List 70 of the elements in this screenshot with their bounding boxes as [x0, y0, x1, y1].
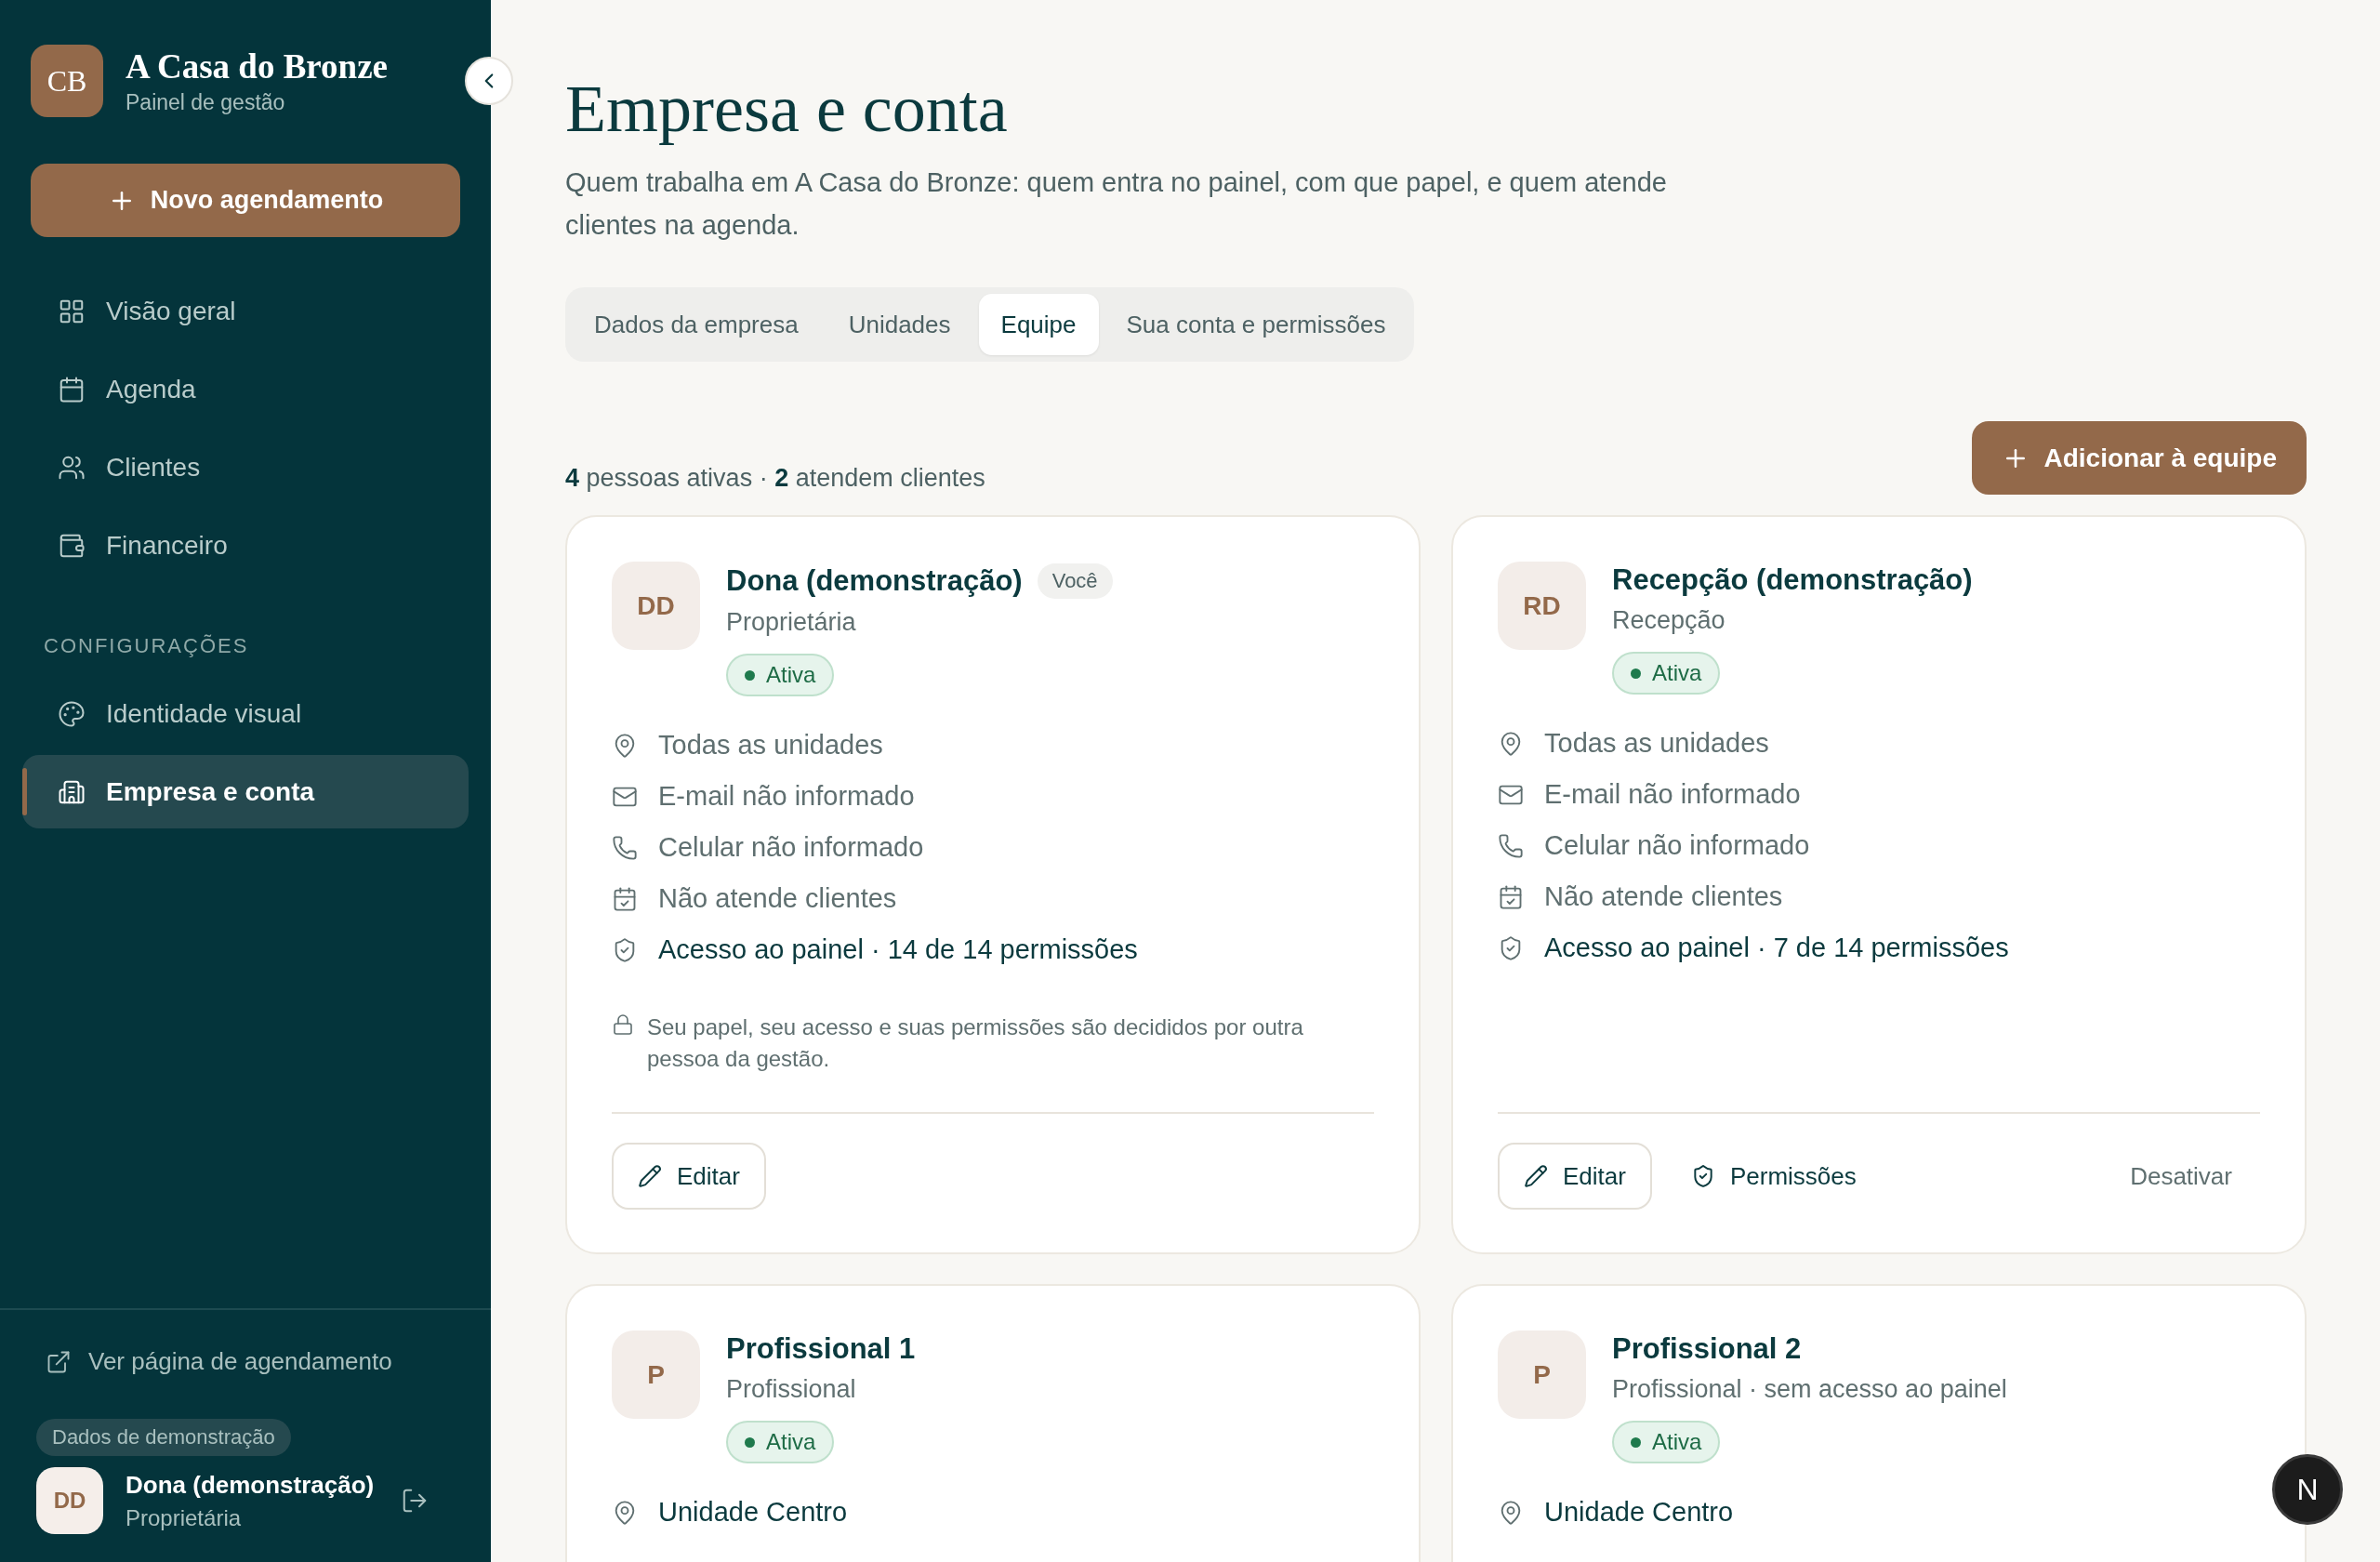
dev-tools-button[interactable]: N: [2272, 1454, 2343, 1525]
brand-logo: CB: [31, 45, 103, 117]
user-avatar: DD: [36, 1467, 103, 1534]
member-avatar: DD: [612, 562, 700, 650]
member-avatar: RD: [1498, 562, 1586, 650]
sidebar-item[interactable]: Visão geral: [22, 274, 469, 348]
demo-data-badge: Dados de demonstração: [36, 1419, 291, 1456]
collapse-sidebar-button[interactable]: [465, 57, 513, 105]
new-appointment-button[interactable]: Novo agendamento: [31, 164, 460, 237]
booking-page-link[interactable]: Ver página de agendamento: [46, 1347, 460, 1376]
section-label: CONFIGURAÇÕES: [44, 634, 250, 658]
status-badge: Ativa: [1612, 652, 1721, 695]
member-role: Recepção: [1612, 606, 1726, 635]
member-role: Proprietária: [726, 608, 856, 637]
sidebar-item[interactable]: Clientes: [22, 430, 469, 504]
member-role: Profissional: [726, 1375, 856, 1404]
sidebar-item[interactable]: Identidade visual: [22, 677, 469, 750]
member-detail: Celular não informado: [1544, 830, 1810, 861]
tab[interactable]: Sua conta e permissões: [1104, 294, 1408, 355]
brand-subtitle: Painel de gestão: [126, 90, 286, 115]
add-to-team-button[interactable]: Adicionar à equipe: [1971, 421, 2307, 495]
tab[interactable]: Dados da empresa: [572, 294, 821, 355]
member-detail: Unidade Centro: [1544, 1497, 1734, 1528]
member-name: Recepção (demonstração): [1612, 563, 1973, 597]
member-detail: Não atende clientes: [658, 883, 897, 914]
member-detail: E-mail não informado: [658, 781, 915, 812]
palette-icon: [58, 699, 86, 728]
permissions-button[interactable]: Permissões: [1677, 1143, 1870, 1210]
member-name: Profissional 2: [1612, 1332, 1802, 1366]
sidebar-item[interactable]: Financeiro: [22, 509, 469, 582]
deactivate-button[interactable]: Desativar: [2124, 1160, 2238, 1192]
member-name: Dona (demonstração): [726, 564, 1023, 598]
member-detail: Todas as unidades: [1544, 728, 1769, 759]
pencil-icon: [1524, 1164, 1548, 1188]
member-avatar: P: [1498, 1330, 1586, 1419]
lock-icon: [612, 1013, 634, 1036]
status-badge: Ativa: [726, 1421, 835, 1463]
user-role: Proprietária: [126, 1504, 243, 1531]
status-badge: Ativa: [726, 654, 835, 696]
member-role: Profissional · sem acesso ao painel: [1612, 1375, 2007, 1404]
phone-icon: [1498, 832, 1524, 859]
page-description: Quem trabalha em A Casa do Bronze: quem entra no painel, com que papel, e quem atende clientes na agenda.: [565, 166, 1668, 242]
pencil-icon: [638, 1164, 662, 1188]
calendar-check-icon: [1498, 883, 1524, 910]
edit-button[interactable]: Editar: [1498, 1143, 1652, 1210]
edit-button[interactable]: Editar: [612, 1143, 766, 1210]
calendar-check-icon: [612, 885, 638, 912]
status-badge: Ativa: [1612, 1421, 1721, 1463]
member-name: Profissional 1: [726, 1332, 916, 1366]
member-detail: Todas as unidades: [658, 730, 883, 761]
member-detail: E-mail não informado: [1544, 779, 1801, 810]
sidebar-item[interactable]: Empresa e conta: [22, 755, 469, 828]
member-detail: Unidade Centro: [658, 1497, 848, 1528]
page-title: Empresa e conta: [565, 71, 1009, 148]
calendar-icon: [58, 375, 86, 404]
member-avatar: P: [612, 1330, 700, 1419]
tab[interactable]: Equipe: [978, 294, 1099, 355]
sidebar-item[interactable]: Agenda: [22, 352, 469, 426]
user-name: Dona (demonstração): [126, 1470, 375, 1500]
member-detail: Não atende clientes: [1544, 881, 1783, 912]
tab[interactable]: Unidades: [826, 294, 973, 355]
you-tag: Você: [1037, 563, 1113, 599]
permission-note: Seu papel, seu acesso e suas permissões são decididos por outra pessoa da gestão.: [647, 1013, 1304, 1073]
member-detail: Celular não informado: [658, 832, 924, 863]
member-detail: Acesso ao painel · 7 de 14 permissões: [1544, 933, 2009, 963]
team-summary: 4 pessoas ativas · 2 atendem clientes: [565, 464, 985, 494]
member-detail: Acesso ao painel · 14 de 14 permissões: [658, 934, 1138, 965]
phone-icon: [612, 834, 638, 861]
brand-name: A Casa do Bronze: [126, 46, 388, 86]
logout-icon: [401, 1487, 429, 1515]
